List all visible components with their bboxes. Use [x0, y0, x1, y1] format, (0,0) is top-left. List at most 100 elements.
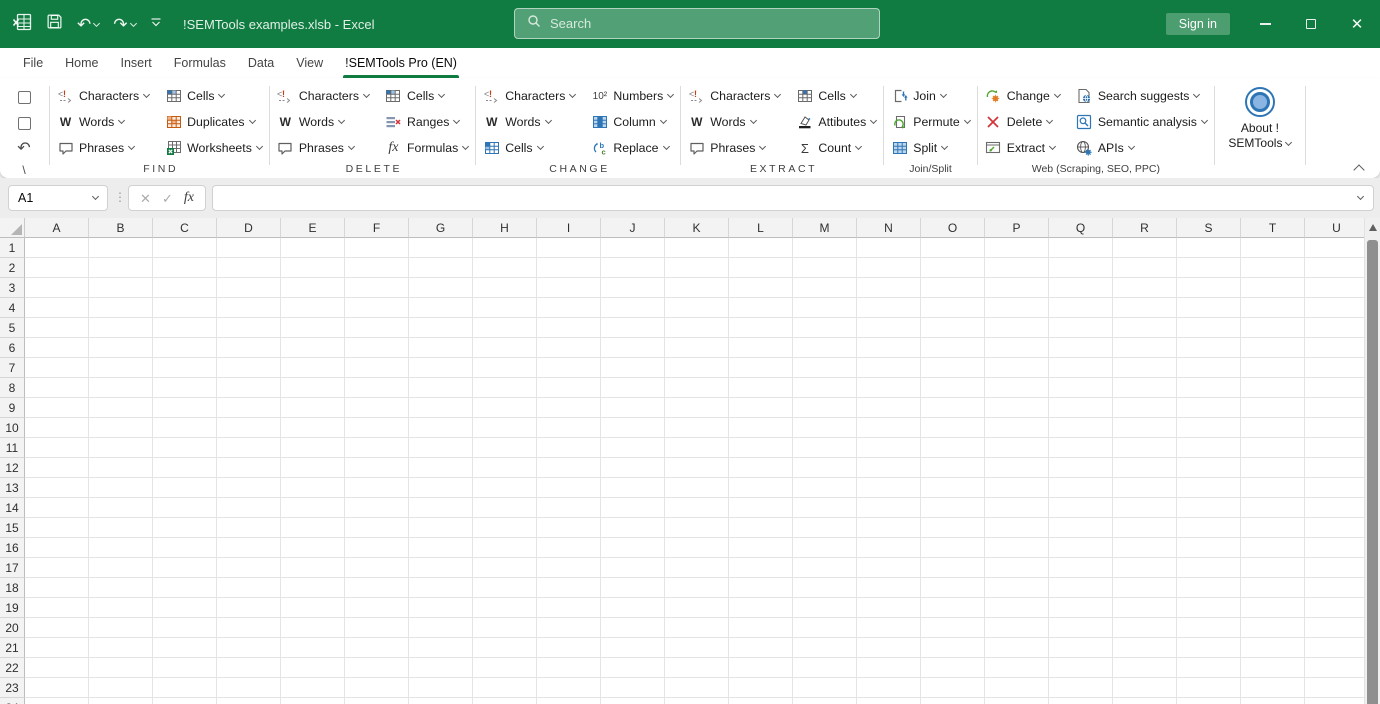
cell[interactable]	[345, 378, 409, 398]
cell[interactable]	[921, 578, 985, 598]
cell[interactable]	[1305, 418, 1369, 438]
cell[interactable]	[793, 278, 857, 298]
row-header[interactable]: 16	[0, 538, 25, 558]
cell[interactable]	[921, 338, 985, 358]
row-header[interactable]: 8	[0, 378, 25, 398]
cell[interactable]	[345, 698, 409, 704]
cell[interactable]	[857, 458, 921, 478]
cell[interactable]	[601, 298, 665, 318]
cell[interactable]	[1177, 678, 1241, 698]
cell[interactable]	[665, 338, 729, 358]
cell[interactable]	[729, 258, 793, 278]
customize-qat-icon[interactable]	[150, 15, 162, 33]
cell[interactable]	[601, 358, 665, 378]
cell[interactable]	[665, 478, 729, 498]
delete-phrases-button[interactable]: Phrases	[271, 138, 360, 158]
cell[interactable]	[1113, 298, 1177, 318]
cell[interactable]	[601, 418, 665, 438]
row-header[interactable]: 6	[0, 338, 25, 358]
cell[interactable]	[409, 698, 473, 704]
cell[interactable]	[793, 478, 857, 498]
cell[interactable]	[1113, 358, 1177, 378]
change-column-button[interactable]: Column	[585, 112, 671, 132]
cell[interactable]	[665, 318, 729, 338]
cell[interactable]	[793, 438, 857, 458]
find-phrases-button[interactable]: Phrases	[51, 138, 140, 158]
cell[interactable]	[729, 378, 793, 398]
cell[interactable]	[409, 358, 473, 378]
expand-formula-bar-icon[interactable]	[1357, 193, 1364, 200]
save-icon[interactable]	[46, 13, 63, 35]
cell[interactable]	[473, 278, 537, 298]
cell[interactable]	[985, 698, 1049, 704]
cell[interactable]	[793, 618, 857, 638]
cell[interactable]	[985, 338, 1049, 358]
cell[interactable]	[1049, 458, 1113, 478]
cell[interactable]	[537, 478, 601, 498]
cell[interactable]	[793, 638, 857, 658]
cell[interactable]	[729, 358, 793, 378]
cell[interactable]	[1113, 658, 1177, 678]
cell[interactable]	[409, 378, 473, 398]
cell[interactable]	[1177, 698, 1241, 704]
cell[interactable]	[857, 598, 921, 618]
cell[interactable]	[857, 638, 921, 658]
cell[interactable]	[345, 598, 409, 618]
cell[interactable]	[1049, 398, 1113, 418]
cell[interactable]	[1241, 398, 1305, 418]
cancel-icon[interactable]: ✕	[140, 192, 151, 205]
cell[interactable]	[473, 598, 537, 618]
cell[interactable]	[1177, 658, 1241, 678]
cell[interactable]	[793, 258, 857, 278]
cell[interactable]	[153, 618, 217, 638]
cell[interactable]	[281, 258, 345, 278]
cell[interactable]	[665, 598, 729, 618]
cell[interactable]	[1305, 678, 1369, 698]
cell[interactable]	[1049, 698, 1113, 704]
cell[interactable]	[1241, 338, 1305, 358]
cell[interactable]	[665, 358, 729, 378]
extract-words-button[interactable]: W Words	[682, 112, 761, 132]
cell[interactable]	[1241, 238, 1305, 258]
cell[interactable]	[793, 578, 857, 598]
cell[interactable]	[1113, 438, 1177, 458]
cell[interactable]	[89, 438, 153, 458]
cell[interactable]	[473, 378, 537, 398]
cell[interactable]	[601, 378, 665, 398]
row-header[interactable]: 5	[0, 318, 25, 338]
change-cells-button[interactable]: Cells	[477, 138, 548, 158]
cell[interactable]	[601, 518, 665, 538]
cell[interactable]	[25, 298, 89, 318]
cell[interactable]	[217, 658, 281, 678]
row-header[interactable]: 3	[0, 278, 25, 298]
column-header[interactable]: E	[281, 218, 345, 238]
cell[interactable]	[857, 518, 921, 538]
web-delete-button[interactable]: Delete	[979, 112, 1059, 132]
cell[interactable]	[601, 558, 665, 578]
cell[interactable]	[281, 618, 345, 638]
cell[interactable]	[1049, 598, 1113, 618]
cell[interactable]	[1049, 498, 1113, 518]
cell[interactable]	[729, 398, 793, 418]
cell[interactable]	[217, 278, 281, 298]
cell[interactable]	[25, 698, 89, 704]
cell[interactable]	[601, 698, 665, 704]
cell[interactable]	[1177, 538, 1241, 558]
cell[interactable]	[217, 638, 281, 658]
cell[interactable]	[409, 678, 473, 698]
cell[interactable]	[25, 278, 89, 298]
cell[interactable]	[729, 478, 793, 498]
cell[interactable]	[857, 658, 921, 678]
cell[interactable]	[89, 538, 153, 558]
cell[interactable]	[985, 598, 1049, 618]
column-header[interactable]: I	[537, 218, 601, 238]
cell[interactable]	[1305, 358, 1369, 378]
cell[interactable]	[409, 598, 473, 618]
cell[interactable]	[1049, 578, 1113, 598]
cell[interactable]	[857, 318, 921, 338]
cell[interactable]	[601, 578, 665, 598]
delete-ranges-button[interactable]: Ranges	[379, 112, 465, 132]
tab-insert[interactable]: Insert	[110, 48, 163, 78]
cell[interactable]	[89, 358, 153, 378]
cell[interactable]	[857, 338, 921, 358]
